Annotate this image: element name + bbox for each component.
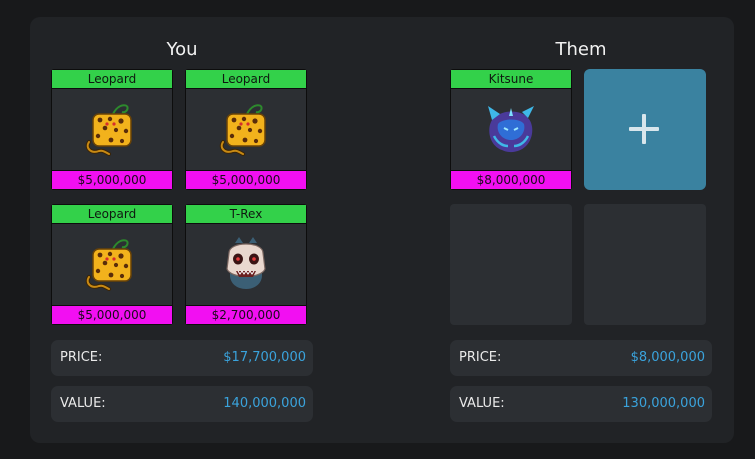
empty-item-slot[interactable] [450,204,572,325]
leopard-fruit-icon [83,235,141,293]
item-price: $5,000,000 [186,170,306,189]
item-name: T-Rex [186,205,306,224]
trade-item-slot[interactable]: Leopard $5,000,000 [51,204,173,325]
price-label: PRICE: [60,350,103,365]
item-name: Leopard [52,205,172,224]
trade-panel: You Leopard $5,000,000 Leopard $5,000,00… [30,17,734,443]
t-rex-fruit-icon [217,235,275,293]
price-value: $17,700,000 [223,350,306,365]
item-price: $8,000,000 [451,170,571,189]
add-item-button[interactable] [584,69,706,190]
your-price-row: PRICE: $17,700,000 [51,340,313,376]
item-price: $2,700,000 [186,305,306,324]
trade-item-slot[interactable]: Leopard $5,000,000 [51,69,173,190]
item-name: Leopard [186,70,306,89]
value-label: VALUE: [459,396,505,411]
item-price: $5,000,000 [52,305,172,324]
value-label: VALUE: [60,396,106,411]
item-name: Kitsune [451,70,571,89]
value-value: 140,000,000 [223,396,306,411]
kitsune-fruit-icon [482,100,540,158]
leopard-fruit-icon [217,100,275,158]
trade-item-slot[interactable]: T-Rex $2,700,000 [185,204,307,325]
their-offer-title: Them [555,39,607,60]
their-price-row: PRICE: $8,000,000 [450,340,712,376]
leopard-fruit-icon [83,100,141,158]
value-value: 130,000,000 [622,396,705,411]
item-price: $5,000,000 [52,170,172,189]
trade-item-slot[interactable]: Kitsune $8,000,000 [450,69,572,190]
price-value: $8,000,000 [630,350,705,365]
empty-item-slot[interactable] [584,204,706,325]
their-value-row: VALUE: 130,000,000 [450,386,712,422]
item-name: Leopard [52,70,172,89]
price-label: PRICE: [459,350,502,365]
plus-icon [629,114,659,144]
trade-item-slot[interactable]: Leopard $5,000,000 [185,69,307,190]
your-offer-title: You [166,39,198,60]
your-value-row: VALUE: 140,000,000 [51,386,313,422]
